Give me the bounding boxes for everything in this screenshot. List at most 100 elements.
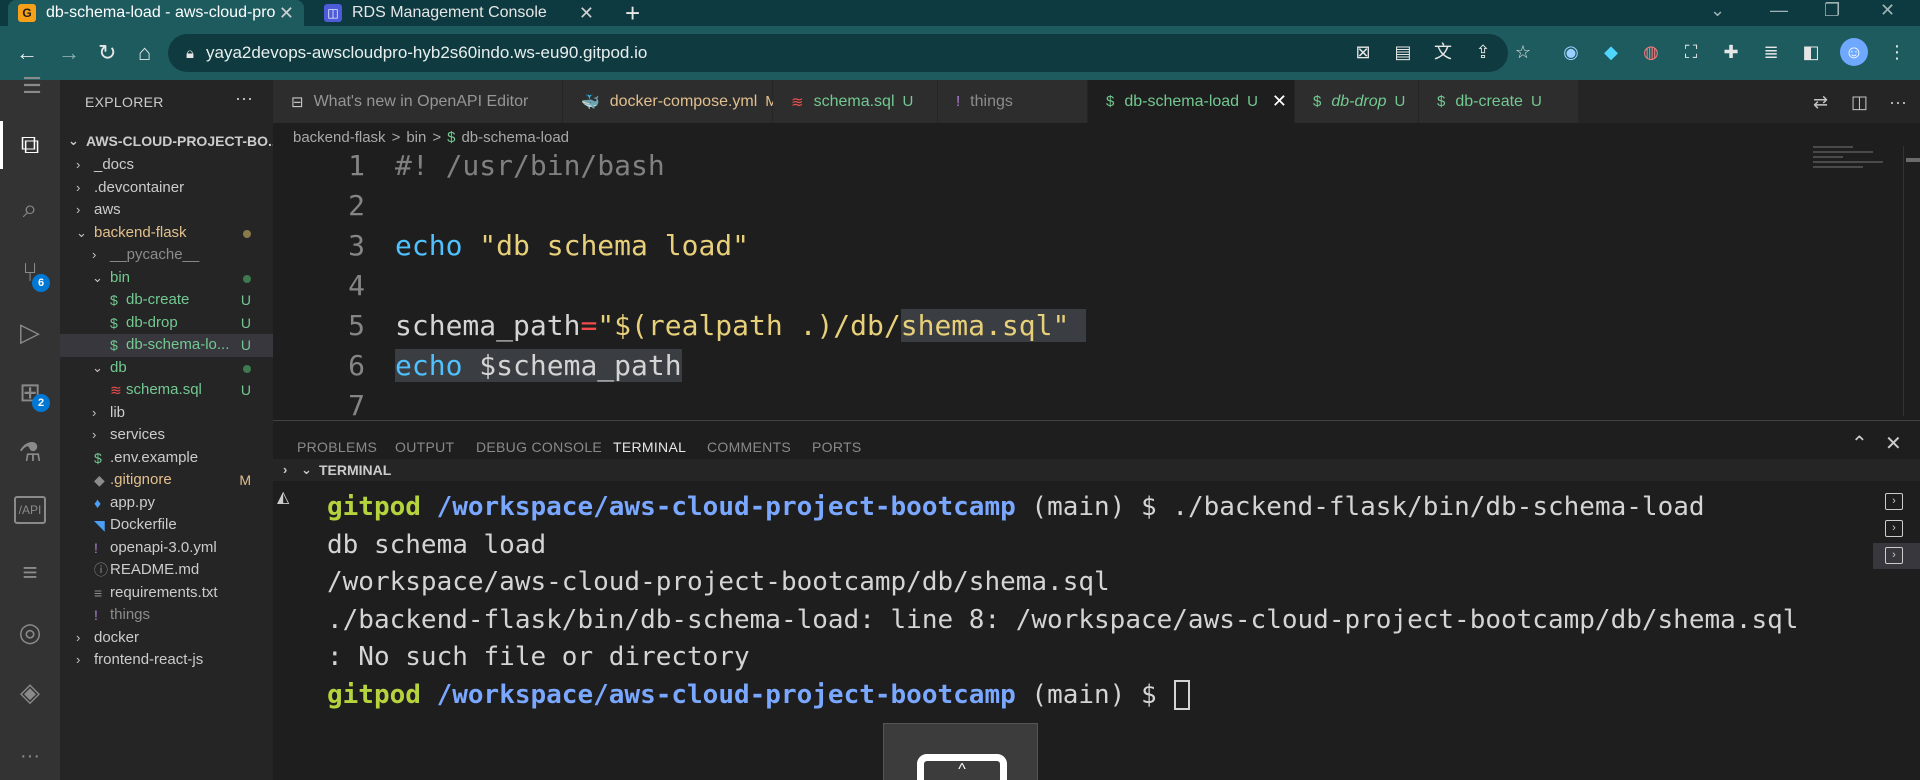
tree-item[interactable]: ≋ schema.sql U [60,379,273,402]
editor-tab[interactable]: 🐳 docker-compose.yml M [563,80,778,123]
browser-tab-active[interactable]: G db-schema-load - aws-cloud-pro ✕ [8,0,304,26]
breadcrumb-item[interactable]: backend-flask [293,129,386,146]
terminal-instance[interactable]: › [1873,543,1920,569]
github-icon[interactable]: ◎ [14,616,46,648]
extensions-puzzle-icon[interactable]: ✚ [1720,41,1742,63]
new-tab-button[interactable]: + [625,0,640,29]
tree-item[interactable]: ◥ Dockerfile [60,514,273,537]
more-icon[interactable]: ··· [14,740,46,772]
tab-ports[interactable]: PORTS [812,439,861,455]
close-tab-icon[interactable]: ✕ [279,3,294,24]
avatar[interactable]: ☺ [1840,38,1868,66]
side-panel-icon[interactable]: ◧ [1800,41,1822,63]
tree-item[interactable]: › docker [60,627,273,650]
editor-tab[interactable]: ! things [938,80,1088,123]
tree-item[interactable]: › aws [60,199,273,222]
more-actions-icon[interactable]: ··· [1889,92,1907,113]
camera-blocked-icon[interactable]: ⊠ [1352,41,1374,63]
browser-menu-icon[interactable]: ⋮ [1886,41,1908,63]
code-editor[interactable]: 1 #! /usr/bin/bash 2 3 echo "db schema load"… [273,146,1813,416]
extension-icon[interactable]: ◉ [1560,41,1582,63]
terminal-section-header[interactable]: › ⌄ TERMINAL [273,459,1920,481]
tree-item[interactable]: › services [60,424,273,447]
tree-item[interactable]: › .devcontainer [60,177,273,200]
breadcrumb-item[interactable]: bin [406,129,426,146]
restore-icon[interactable]: ❐ [1824,0,1840,21]
tree-item[interactable]: ⌄ bin [60,267,273,290]
explorer-icon[interactable]: ⧉ [14,128,46,160]
tree-item[interactable]: ⓘ README.md [60,559,273,582]
search-icon[interactable]: ⌕ [14,192,46,224]
reload-icon[interactable]: ↻ [98,40,116,66]
home-icon[interactable]: ⌂ [138,40,151,66]
aws-icon[interactable]: ◈ [14,676,46,708]
terminal-cursor[interactable] [1174,680,1191,710]
tab-debug-console[interactable]: DEBUG CONSOLE [476,439,602,455]
media-queue-icon[interactable]: ≣ [1760,41,1782,63]
minimap[interactable] [1813,146,1903,226]
minimize-icon[interactable]: — [1770,0,1788,21]
share-icon[interactable]: ⇪ [1472,41,1494,63]
screenshot-icon[interactable]: ⛶ [1680,41,1702,63]
floating-terminal-popup[interactable]: ^ [883,723,1038,780]
editor-scrollbar[interactable] [1903,146,1920,416]
extensions-icon[interactable]: ⊞ 2 [14,376,50,412]
lock-icon[interactable]: 🔒︎ [186,45,194,62]
terminal-output[interactable]: gitpod /workspace/aws-cloud-project-boot… [273,481,1863,780]
split-editor-icon[interactable]: ◫ [1851,92,1868,113]
back-icon[interactable]: ← [16,40,38,66]
tree-item[interactable]: $ .env.example [60,447,273,470]
tab-comments[interactable]: COMMENTS [707,439,791,455]
breadcrumb-item[interactable]: db-schema-load [461,129,569,146]
tree-item[interactable]: ⌄ db [60,357,273,380]
tab-problems[interactable]: PROBLEMS [297,439,377,455]
extension-icon[interactable]: ◍ [1640,41,1662,63]
tree-item[interactable]: $ db-schema-lo... U [60,334,273,357]
close-window-icon[interactable]: ✕ [1880,0,1895,21]
tree-item[interactable]: ! openapi-3.0.yml [60,537,273,560]
browser-tab[interactable]: ◫ RDS Management Console ✕ [314,0,604,26]
editor-tab[interactable]: $ db-drop U [1295,80,1419,123]
tree-item[interactable]: › __pycache__ [60,244,273,267]
close-panel-icon[interactable]: ✕ [1885,431,1902,456]
extension-icon[interactable]: ◆ [1600,41,1622,63]
tree-item[interactable]: › frontend-react-js [60,649,273,672]
tab-search-icon[interactable]: ⌄ [1710,0,1725,21]
workspace-root-label: AWS-CLOUD-PROJECT-BO... [86,133,273,149]
tree-item[interactable]: ! things [60,604,273,627]
tree-item[interactable]: › _docs [60,154,273,177]
tree-item[interactable]: ⌄ backend-flask [60,222,273,245]
terminal-instance[interactable]: › [1873,516,1920,542]
tab-terminal[interactable]: TERMINAL [613,439,687,463]
tab-output[interactable]: OUTPUT [395,439,454,455]
database-icon[interactable]: ≡ [14,556,46,588]
testing-icon[interactable]: ⚗ [14,436,46,468]
terminal-instance[interactable]: › [1873,489,1920,515]
tree-item[interactable]: $ db-drop U [60,312,273,335]
source-control-icon[interactable]: ⑂ 6 [14,256,50,292]
tree-item[interactable]: ◆ .gitignore M [60,469,273,492]
menu-icon[interactable]: ☰ [16,70,48,102]
translate-icon[interactable]: 文 [1432,41,1454,63]
editor-tab[interactable]: ≋ schema.sql U [773,80,938,123]
api-icon[interactable]: /API [14,496,46,524]
compare-icon[interactable]: ⇄ [1813,92,1828,113]
editor-scroll-thumb[interactable] [1906,158,1920,162]
editor-tab[interactable]: $ db-create U [1419,80,1579,123]
explorer-more-icon[interactable]: ··· [235,88,253,109]
close-tab-icon[interactable]: ✕ [1272,91,1287,112]
clipboard-icon[interactable]: ▤ [1392,41,1414,63]
workspace-root[interactable]: ⌄ AWS-CLOUD-PROJECT-BO... [60,128,273,154]
tree-item[interactable]: › lib [60,402,273,425]
close-tab-icon[interactable]: ✕ [579,3,594,24]
run-debug-icon[interactable]: ▷ [14,316,46,348]
bookmark-star-icon[interactable]: ☆ [1512,41,1534,63]
tree-item[interactable]: $ db-create U [60,289,273,312]
editor-tab[interactable]: $ db-schema-load U ✕ [1088,80,1295,123]
editor-tab[interactable]: ⊟ What's new in OpenAPI Editor [273,80,563,123]
maximize-panel-icon[interactable]: ⌃ [1851,431,1868,456]
address-bar[interactable]: 🔒︎ yaya2devops-awscloudpro-hyb2s60indo.w… [168,34,1508,72]
tree-item[interactable]: ♦ app.py [60,492,273,515]
forward-icon[interactable]: → [58,40,80,66]
tree-item[interactable]: ≡ requirements.txt [60,582,273,605]
